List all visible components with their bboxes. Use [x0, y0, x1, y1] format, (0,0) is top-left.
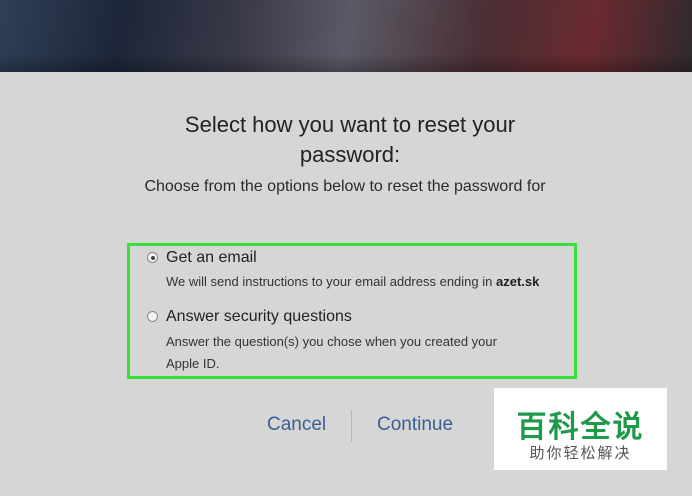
email-option-label[interactable]: Get an email [166, 249, 257, 267]
email-option-description: We will send instructions to your email … [166, 271, 539, 293]
top-banner-image [0, 0, 692, 72]
email-domain: azet.sk [495, 274, 540, 289]
page-title: Select how you want to reset your passwo… [150, 110, 550, 170]
email-desc-text: We will send instructions to your email … [166, 274, 496, 289]
watermark-logo: 百科全说 助你轻松解决 [494, 388, 667, 470]
security-questions-option-description: Answer the question(s) you chose when yo… [166, 331, 497, 375]
button-divider [351, 410, 352, 442]
security-questions-radio-button[interactable] [147, 311, 158, 322]
continue-button[interactable]: Continue [377, 414, 453, 436]
security-questions-option-label[interactable]: Answer security questions [166, 308, 352, 326]
title-line-1: Select how you want to reset your [184, 112, 516, 137]
email-radio-button[interactable] [147, 252, 158, 263]
security-desc-line-2: Apple ID. [166, 356, 220, 371]
reset-options-group: Get an email We will send instructions t… [127, 243, 577, 379]
page-subtitle: Choose from the options below to reset t… [144, 178, 546, 195]
watermark-sub-text: 助你轻松解决 [529, 444, 632, 462]
cancel-button[interactable]: Cancel [267, 414, 326, 436]
title-line-2: password: [299, 142, 401, 167]
security-desc-line-1: Answer the question(s) you chose when yo… [166, 334, 497, 349]
watermark-main-text: 百科全说 [516, 410, 645, 445]
